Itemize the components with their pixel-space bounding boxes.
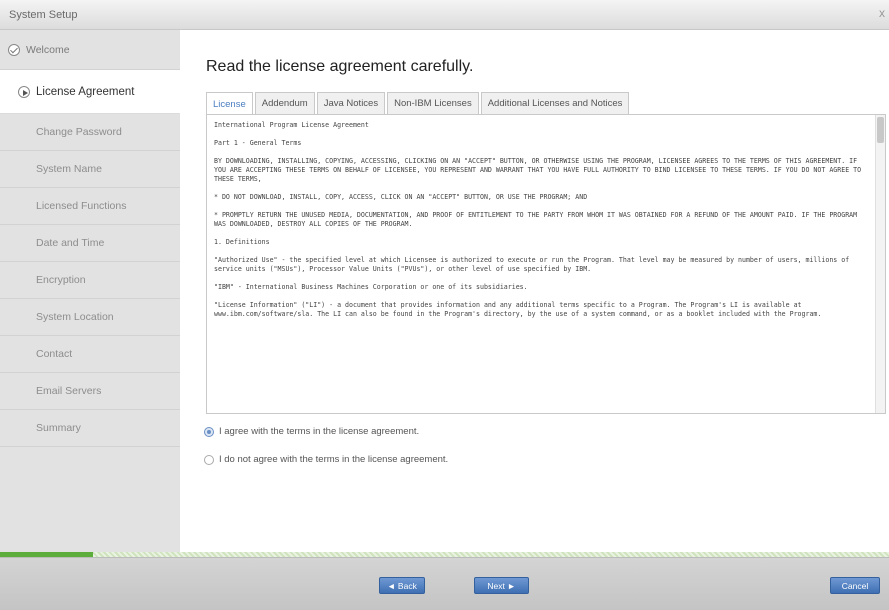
tab-addendum[interactable]: Addendum	[254, 92, 315, 114]
sidebar-item-encryption[interactable]: Encryption	[0, 262, 180, 299]
sidebar-item-email-servers[interactable]: Email Servers	[0, 373, 180, 410]
cancel-button[interactable]: Cancel	[830, 577, 880, 594]
license-paragraph: "License Information" ("LI") - a documen…	[214, 301, 822, 318]
sidebar-item-label: Change Password	[36, 126, 122, 138]
disagree-label: I do not agree with the terms in the lic…	[219, 454, 449, 465]
license-paragraph: 1. Definitions	[214, 238, 270, 246]
sidebar-item-licensed-functions[interactable]: Licensed Functions	[0, 188, 180, 225]
license-paragraph: International Program License Agreement	[214, 121, 369, 129]
sidebar-item-contact[interactable]: Contact	[0, 336, 180, 373]
disagree-radio[interactable]	[204, 454, 214, 465]
tab-java-notices[interactable]: Java Notices	[316, 92, 386, 114]
license-paragraph: Part 1 - General Terms	[214, 139, 302, 147]
sidebar-item-welcome[interactable]: Welcome	[0, 30, 180, 70]
arrow-circle-icon	[18, 85, 30, 98]
license-tabs: License Addendum Java Notices Non-IBM Li…	[206, 92, 631, 115]
check-circle-icon	[8, 43, 20, 56]
scrollbar-thumb[interactable]	[877, 117, 884, 143]
sidebar-item-date-and-time[interactable]: Date and Time	[0, 225, 180, 262]
sidebar-item-label: System Location	[36, 311, 114, 323]
tab-non-ibm-licenses[interactable]: Non-IBM Licenses	[387, 92, 479, 114]
sidebar-item-summary[interactable]: Summary	[0, 410, 180, 447]
license-paragraph: * PROMPTLY RETURN THE UNUSED MEDIA, DOCU…	[214, 211, 858, 228]
license-paragraph: "IBM" - International Business Machines …	[214, 283, 528, 291]
sidebar-item-system-name[interactable]: System Name	[0, 151, 180, 188]
page-title: Read the license agreement carefully.	[206, 58, 474, 75]
license-scrollbar[interactable]	[875, 115, 885, 413]
sidebar-item-label: Contact	[36, 348, 73, 360]
sidebar-item-label: Encryption	[36, 274, 86, 286]
license-paragraph: BY DOWNLOADING, INSTALLING, COPYING, ACC…	[214, 157, 862, 183]
close-icon[interactable]: x	[879, 6, 885, 20]
disagree-option[interactable]: I do not agree with the terms in the lic…	[204, 454, 448, 465]
window-title: System Setup	[9, 9, 78, 21]
window-titlebar: System Setup x	[0, 0, 889, 30]
license-text-area[interactable]: International Program License Agreement …	[206, 114, 886, 414]
sidebar-item-label: Email Servers	[36, 385, 102, 397]
back-button[interactable]: ◄ Back	[379, 577, 425, 594]
sidebar-item-label: System Name	[36, 163, 102, 175]
agree-radio[interactable]	[204, 426, 214, 437]
license-paragraph: "Authorized Use" - the specified level a…	[214, 256, 850, 273]
sidebar-item-label: Licensed Functions	[36, 200, 127, 212]
next-button[interactable]: Next ►	[474, 577, 529, 594]
agree-option[interactable]: I agree with the terms in the license ag…	[204, 426, 419, 437]
wizard-footer: ◄ Back Next ► Cancel	[0, 557, 889, 610]
license-paragraph: * DO NOT DOWNLOAD, INSTALL, COPY, ACCESS…	[214, 193, 588, 201]
sidebar-item-label: License Agreement	[36, 85, 135, 98]
setup-steps-sidebar: Welcome License Agreement Change Passwor…	[0, 30, 180, 552]
sidebar-item-system-location[interactable]: System Location	[0, 299, 180, 336]
sidebar-item-license-agreement[interactable]: License Agreement	[0, 70, 180, 114]
tab-license[interactable]: License	[206, 92, 253, 115]
sidebar-item-label: Summary	[36, 422, 81, 434]
main-panel: Read the license agreement carefully. Li…	[180, 30, 889, 552]
tab-additional-licenses[interactable]: Additional Licenses and Notices	[480, 92, 630, 114]
sidebar-item-change-password[interactable]: Change Password	[0, 114, 180, 151]
sidebar-item-label: Welcome	[26, 43, 70, 56]
sidebar-item-label: Date and Time	[36, 237, 105, 249]
agree-label: I agree with the terms in the license ag…	[219, 426, 420, 437]
